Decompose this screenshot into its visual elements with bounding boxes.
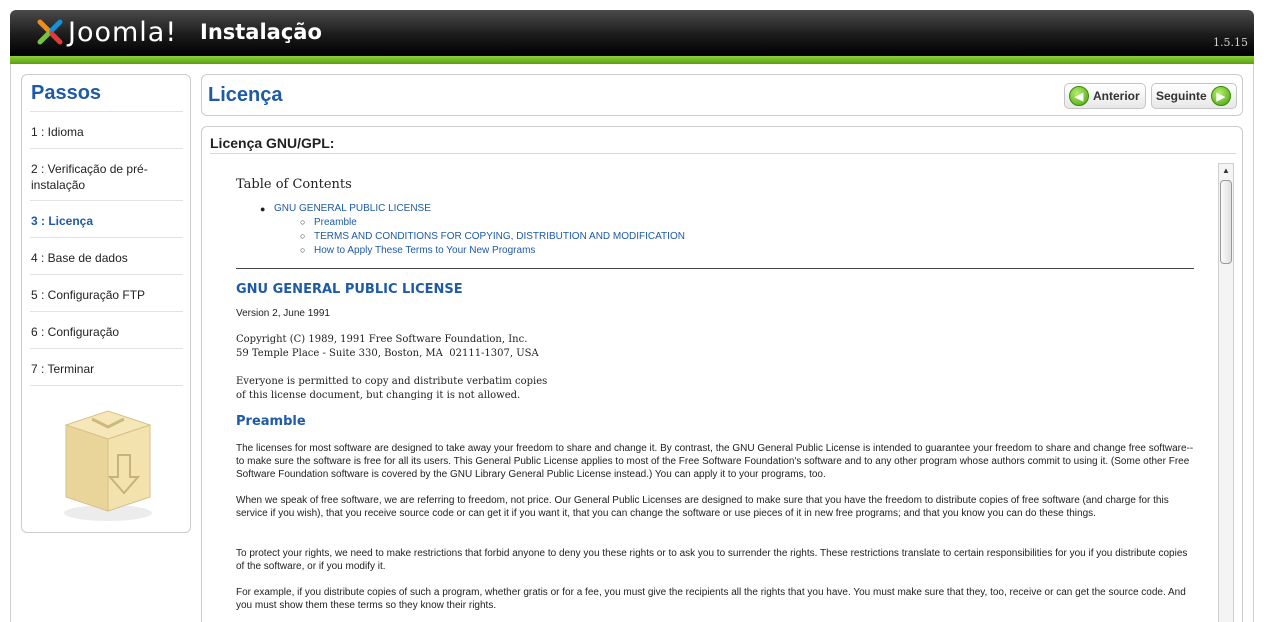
header-accent-bar (10, 56, 1254, 64)
version-label: 1.5.15 (1213, 36, 1248, 49)
step-language: 1 : Idioma (31, 125, 84, 139)
divider (30, 111, 183, 112)
step-license: 3 : Licença (31, 214, 94, 228)
divider (30, 148, 183, 149)
step-ftp-config: 5 : Configuração FTP (31, 288, 146, 302)
step-configuration: 6 : Configuração (31, 325, 120, 339)
divider (30, 385, 183, 386)
header-bar: Joomla! Instalação 1.5.15 (10, 10, 1254, 56)
scrollbar-thumb[interactable] (1220, 180, 1232, 264)
step-database: 4 : Base de dados (31, 251, 128, 265)
toc-title: Table of Contents (236, 177, 352, 192)
page-title-bar: Licença ◀ Anterior Seguinte ▶ (201, 74, 1243, 116)
divider (236, 268, 1194, 269)
divider (30, 200, 183, 201)
arrow-left-icon: ◀ (1069, 86, 1089, 106)
joomla-logo-icon (37, 19, 63, 45)
divider (210, 153, 1236, 154)
license-paragraph: To protect your rights, we need to make … (236, 548, 1188, 572)
circle-bullet-icon: ○ (300, 217, 306, 227)
joomla-logo: Joomla! (34, 14, 194, 50)
divider (30, 274, 183, 275)
license-paragraph: When we speak of free software, we are r… (236, 495, 1169, 519)
license-heading: Licença GNU/GPL: (210, 135, 335, 151)
header-title: Instalação (200, 20, 322, 44)
bullet-icon: ● (260, 204, 266, 214)
next-button[interactable]: Seguinte ▶ (1151, 83, 1237, 109)
preamble-heading: Preamble (236, 414, 306, 429)
divider (30, 348, 183, 349)
previous-button[interactable]: ◀ Anterior (1064, 83, 1146, 109)
divider (30, 237, 183, 238)
steps-sidebar: Passos 1 : Idioma 2 : Verificação de pré… (21, 74, 191, 533)
copyright-notice: Copyright (C) 1989, 1991 Free Software F… (236, 334, 539, 359)
steps-title: Passos (31, 82, 102, 104)
toc-link-preamble[interactable]: Preamble (314, 217, 357, 228)
gpl-heading: GNU GENERAL PUBLIC LICENSE (236, 282, 463, 297)
joomla-installer: Joomla! Instalação 1.5.15 Passos 1 : Idi… (0, 0, 1264, 622)
license-text-area[interactable]: Table of Contents ● GNU GENERAL PUBLIC L… (234, 163, 1194, 622)
scroll-up-icon[interactable]: ▲ (1219, 164, 1233, 178)
circle-bullet-icon: ○ (300, 231, 306, 241)
previous-label: Anterior (1093, 89, 1140, 103)
toc-link-gpl[interactable]: GNU GENERAL PUBLIC LICENSE (274, 203, 431, 214)
toc-link-terms[interactable]: TERMS AND CONDITIONS FOR COPYING, DISTRI… (314, 231, 685, 242)
step-finish: 7 : Terminar (31, 362, 95, 376)
license-version: Version 2, June 1991 (236, 308, 330, 319)
toc-link-how-to-apply[interactable]: How to Apply These Terms to Your New Pro… (314, 245, 535, 256)
license-paragraph: The licenses for most software are desig… (236, 443, 1194, 480)
license-panel: Licença GNU/GPL: Table of Contents ● GNU… (201, 126, 1243, 622)
permission-notice: Everyone is permitted to copy and distri… (236, 376, 548, 401)
circle-bullet-icon: ○ (300, 245, 306, 255)
step-preinstall-check: 2 : Verificação de pré-instalação (31, 162, 148, 192)
arrow-right-icon: ▶ (1210, 86, 1231, 106)
license-scrollbar[interactable]: ▲ (1218, 163, 1234, 622)
next-label: Seguinte (1156, 89, 1207, 103)
page-title: Licença (208, 84, 283, 106)
logo-text: Joomla! (68, 16, 178, 48)
divider (30, 311, 183, 312)
license-paragraph: For example, if you distribute copies of… (236, 587, 1186, 611)
install-box-icon (64, 410, 152, 521)
